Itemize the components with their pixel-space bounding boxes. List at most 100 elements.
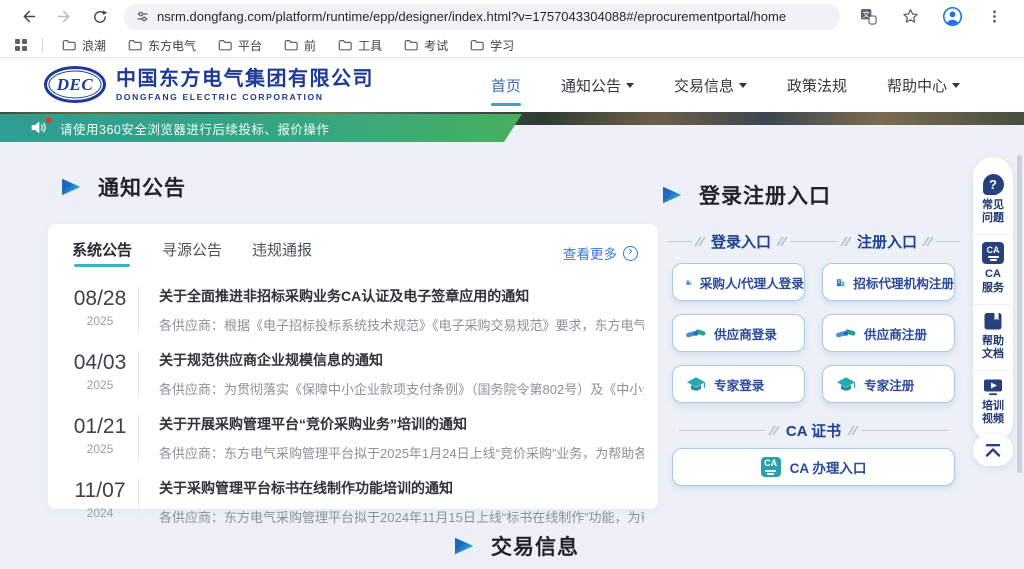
browser-toolbar: nsrm.dongfang.com/platform/runtime/epp/d… (0, 0, 1024, 33)
bookmark-folder[interactable]: 东方电气 (128, 37, 196, 54)
bookmark-folder[interactable]: 浪潮 (62, 37, 106, 54)
nav-help-center[interactable]: 帮助中心 (887, 69, 960, 102)
bookmark-folder[interactable]: 工具 (338, 37, 382, 54)
site-header: DEC 中国东方电气集团有限公司 DONGFANG ELECTRIC CORPO… (0, 58, 1024, 112)
url-bar[interactable]: nsrm.dongfang.com/platform/runtime/epp/d… (124, 4, 840, 30)
login-column-label: 登录入口 (668, 231, 814, 252)
ca-card-icon: CA (982, 242, 1004, 264)
bookmarks-separator (42, 38, 43, 52)
notice-list-item[interactable]: 11/07 2024 关于采购管理平台标书在线制作功能培训的通知 各供应商：东方… (48, 468, 658, 532)
trade-info-section-heading: 交易信息 (455, 531, 579, 561)
ca-service-button[interactable]: CA CA服务 (973, 234, 1013, 303)
notice-title[interactable]: 关于全面推进非招标采购业务CA认证及电子签章应用的通知 (159, 286, 644, 306)
bidding-agency-register-button[interactable]: 招标代理机构注册 (822, 263, 955, 301)
forward-arrow-icon (56, 8, 73, 25)
expert-register-button[interactable]: 专家注册 (822, 365, 955, 403)
login-section-heading: 登录注册入口 (663, 180, 831, 210)
bookmark-folder[interactable]: 学习 (470, 37, 514, 54)
bookmark-label: 平台 (238, 37, 262, 54)
ca-certificate-divider: CA 证书 (672, 420, 955, 441)
notice-title[interactable]: 关于开展采购管理平台“竞价采购业务”培训的通知 (159, 414, 644, 434)
forward-button[interactable] (50, 3, 78, 31)
notice-title[interactable]: 关于采购管理平台标书在线制作功能培训的通知 (159, 478, 644, 498)
page-scrollbar[interactable] (1017, 155, 1022, 473)
speaker-icon (30, 120, 48, 136)
expert-login-button[interactable]: 专家登录 (672, 365, 805, 403)
nav-notices[interactable]: 通知公告 (561, 69, 634, 102)
trade-info-heading-text: 交易信息 (491, 531, 579, 561)
menu-button[interactable] (980, 3, 1008, 31)
faq-button[interactable]: ? 常见问题 (973, 167, 1013, 234)
book-icon (983, 312, 1003, 331)
view-more-link[interactable]: 查看更多 (563, 243, 638, 263)
translate-button[interactable]: 文 (854, 3, 882, 31)
tab-violation-reports[interactable]: 违规通报 (252, 239, 312, 267)
folder-icon (284, 39, 298, 51)
three-dots-icon (987, 9, 1002, 24)
back-button[interactable] (14, 3, 42, 31)
building-icon (836, 273, 845, 292)
company-name-cn: 中国东方电气集团有限公司 (116, 68, 374, 90)
notice-date: 04/03 2025 (62, 350, 138, 392)
login-register-columns: 登录入口 注册入口 (668, 231, 960, 252)
notice-title[interactable]: 关于规范供应商企业规模信息的通知 (159, 350, 644, 370)
supplier-register-button[interactable]: 供应商注册 (822, 314, 955, 352)
folder-icon (218, 39, 232, 51)
nav-trade-info[interactable]: 交易信息 (674, 69, 747, 102)
bookmark-folder[interactable]: 平台 (218, 37, 262, 54)
folder-icon (338, 39, 352, 51)
tab-sourcing-notices[interactable]: 寻源公告 (162, 239, 222, 267)
notices-tab-bar: 系统公告 寻源公告 违规通报 查看更多 (48, 224, 658, 276)
notice-list-item[interactable]: 01/21 2025 关于开展采购管理平台“竞价采购业务”培训的通知 各供应商：… (48, 404, 658, 468)
back-to-top-button[interactable] (973, 434, 1013, 466)
notice-date: 11/07 2024 (62, 478, 138, 520)
brand-logo[interactable]: DEC 中国东方电气集团有限公司 DONGFANG ELECTRIC CORPO… (44, 66, 374, 103)
section-arrow-icon (62, 178, 82, 196)
circle-arrow-icon (623, 246, 638, 261)
notice-list-item[interactable]: 04/03 2025 关于规范供应商企业规模信息的通知 各供应商：为贯彻落实《保… (48, 340, 658, 404)
ca-entry-button[interactable]: CA CA 办理入口 (672, 448, 955, 486)
bookmark-folder[interactable]: 考试 (404, 37, 448, 54)
notice-desc: 各供应商：东方电气采购管理平台拟于2025年1月24日上线“竞价采购”业务，为帮… (159, 443, 644, 462)
profile-button[interactable] (938, 3, 966, 31)
handshake-icon (836, 326, 856, 341)
apps-grid-button[interactable] (10, 34, 32, 56)
dec-logo: DEC (44, 66, 106, 103)
apps-grid-icon (14, 38, 28, 52)
bookmark-label: 学习 (490, 37, 514, 54)
collapse-up-icon (983, 443, 1003, 458)
section-arrow-icon (455, 537, 475, 555)
purchaser-agent-login-button[interactable]: 采购人/代理人登录 (672, 263, 805, 301)
notices-card: 系统公告 寻源公告 违规通报 查看更多 08/28 2025 关于全面推进非招标… (48, 224, 658, 509)
tab-system-notices[interactable]: 系统公告 (72, 239, 132, 267)
notice-list-item[interactable]: 08/28 2025 关于全面推进非招标采购业务CA认证及电子签章应用的通知 各… (48, 276, 658, 340)
training-videos-button[interactable]: 培训视频 (973, 370, 1013, 435)
profile-avatar-icon (942, 6, 963, 27)
entry-button-grid: 采购人/代理人登录 招标代理机构注册 供应商登录 供应商注册 专家登录 专家注册 (672, 263, 955, 403)
bookmark-folder[interactable]: 前 (284, 37, 316, 54)
browser-chrome: nsrm.dongfang.com/platform/runtime/epp/d… (0, 0, 1024, 58)
supplier-login-button[interactable]: 供应商登录 (672, 314, 805, 352)
login-heading-text: 登录注册入口 (699, 180, 831, 210)
company-name-en: DONGFANG ELECTRIC CORPORATION (116, 92, 374, 102)
bookmark-label: 浪潮 (82, 37, 106, 54)
graduation-cap-icon (836, 376, 856, 393)
bookmark-label: 考试 (424, 37, 448, 54)
browser-notice-ribbon: 请使用360安全浏览器进行后续投标、报价操作 (0, 114, 522, 142)
notice-date: 01/21 2025 (62, 414, 138, 456)
floating-help-rail: ? 常见问题 CA CA服务 帮助文档 培训视频 (973, 157, 1013, 442)
nav-policies[interactable]: 政策法规 (787, 69, 847, 102)
bookmark-star-button[interactable] (896, 3, 924, 31)
folder-icon (128, 39, 142, 51)
star-icon (902, 8, 919, 25)
help-docs-button[interactable]: 帮助文档 (973, 304, 1013, 370)
reload-button[interactable] (86, 3, 114, 31)
bookmark-label: 工具 (358, 37, 382, 54)
graduation-cap-icon (686, 376, 706, 393)
question-icon: ? (983, 174, 1004, 195)
handshake-icon (686, 326, 706, 341)
caret-down-icon (739, 83, 747, 88)
folder-icon (62, 39, 76, 51)
notices-heading-text: 通知公告 (98, 172, 186, 202)
nav-home[interactable]: 首页 (491, 69, 521, 102)
